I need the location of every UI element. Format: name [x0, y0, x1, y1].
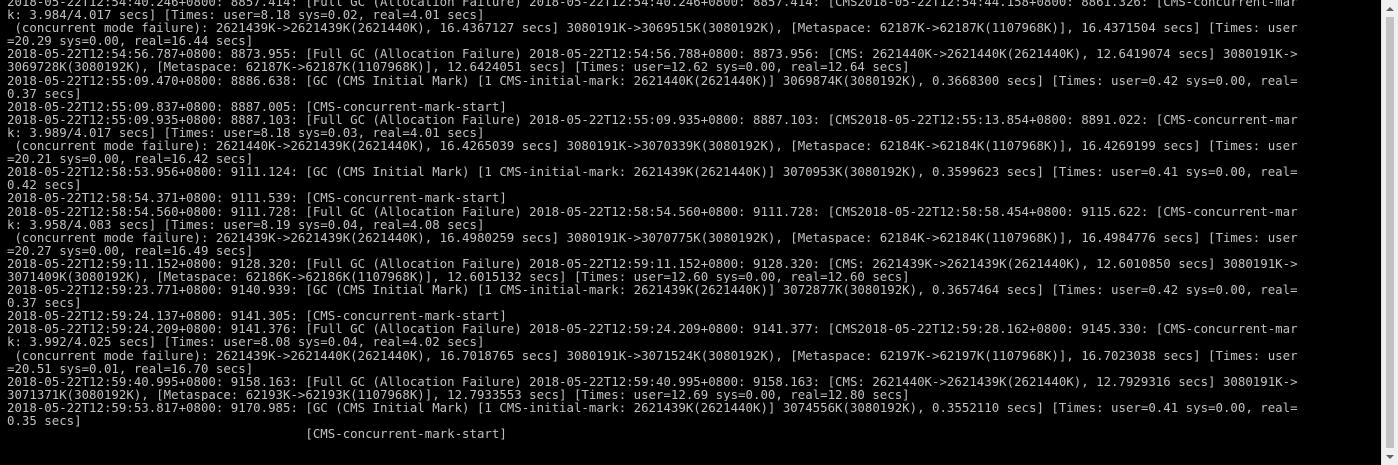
log-line: k: 3.992/4.025 secs] [Times: user=8.08 s…	[7, 335, 485, 349]
log-line: 2018-05-22T12:54:40.246+0800: 8857.414: …	[7, 0, 1298, 9]
log-line: =20.27 sys=0.00, real=16.49 secs]	[7, 243, 254, 257]
log-line: 2018-05-22T12:59:53.817+0800: 9170.985: …	[7, 400, 1298, 414]
log-line: k: 3.958/4.083 secs] [Times: user=8.19 s…	[7, 217, 485, 231]
log-line: 2018-05-22T12:59:24.137+0800: 9141.305: …	[7, 309, 507, 323]
log-line: (concurrent mode failure): 2621439K->262…	[7, 230, 1298, 244]
log-line: 0.42 secs]	[7, 178, 82, 192]
log-line: 0.37 secs]	[7, 86, 82, 100]
log-line: k: 3.989/4.017 secs] [Times: user=8.18 s…	[7, 125, 485, 140]
vertical-scrollbar[interactable]	[1381, 0, 1398, 465]
scroll-up-button[interactable]	[1382, 0, 1398, 17]
log-line: =20.21 sys=0.00, real=16.42 secs]	[7, 152, 254, 166]
terminal-window[interactable]: 2018-05-22T12:54:40.246+0800: 8857.414: …	[0, 0, 1398, 465]
log-line: 2018-05-22T12:59:11.152+0800: 9128.320: …	[7, 256, 1298, 270]
log-line: 2018-05-22T12:58:54.371+0800: 9111.539: …	[7, 191, 507, 205]
log-line: k: 3.984/4.017 secs] [Times: user=8.18 s…	[7, 8, 485, 22]
log-line: 2018-05-22T12:58:53.956+0800: 9111.124: …	[7, 165, 1298, 179]
log-line: (concurrent mode failure): 2621439K->262…	[7, 348, 1298, 362]
log-line: (concurrent mode failure): 2621439K->262…	[7, 21, 1298, 35]
log-line: 2018-05-22T12:55:09.470+0800: 8886.638: …	[7, 73, 1298, 87]
log-line: 2018-05-22T12:59:23.771+0800: 9140.939: …	[7, 283, 1298, 297]
log-line: 2018-05-22T12:55:09.837+0800: 8887.005: …	[7, 99, 507, 113]
log-line: [CMS-concurrent-mark-start]	[7, 427, 507, 441]
log-line: 3069728K(3080192K), [Metaspace: 62187K->…	[7, 60, 910, 74]
log-line: (concurrent mode failure): 2621440K->262…	[7, 139, 1298, 153]
terminal-output[interactable]: 2018-05-22T12:54:40.246+0800: 8857.414: …	[7, 0, 1381, 465]
scroll-down-button[interactable]	[1382, 448, 1398, 465]
arrow-up-icon	[1386, 6, 1394, 11]
log-line: 2018-05-22T12:59:24.209+0800: 9141.376: …	[7, 322, 1298, 336]
log-line: 0.35 secs]	[7, 414, 82, 428]
log-line: =20.51 sys=0.01, real=16.70 secs]	[7, 361, 254, 375]
log-line: 2018-05-22T12:54:56.787+0800: 8873.955: …	[7, 47, 1298, 61]
log-line: =20.29 sys=0.00, real=16.44 secs]	[7, 34, 254, 48]
scrollbar-thumb[interactable]	[1386, 17, 1394, 448]
log-line: 0.37 secs]	[7, 296, 82, 310]
arrow-down-icon	[1386, 454, 1394, 459]
log-line: 3071409K(3080192K), [Metaspace: 62186K->…	[7, 269, 910, 284]
log-line: 2018-05-22T12:58:54.560+0800: 9111.728: …	[7, 204, 1298, 218]
log-line: 3071371K(3080192K), [Metaspace: 62193K->…	[7, 387, 910, 401]
log-line: 2018-05-22T12:59:40.995+0800: 9158.163: …	[7, 374, 1298, 388]
scrollbar-track[interactable]	[1382, 17, 1398, 448]
log-line: 2018-05-22T12:55:09.935+0800: 8887.103: …	[7, 112, 1298, 126]
